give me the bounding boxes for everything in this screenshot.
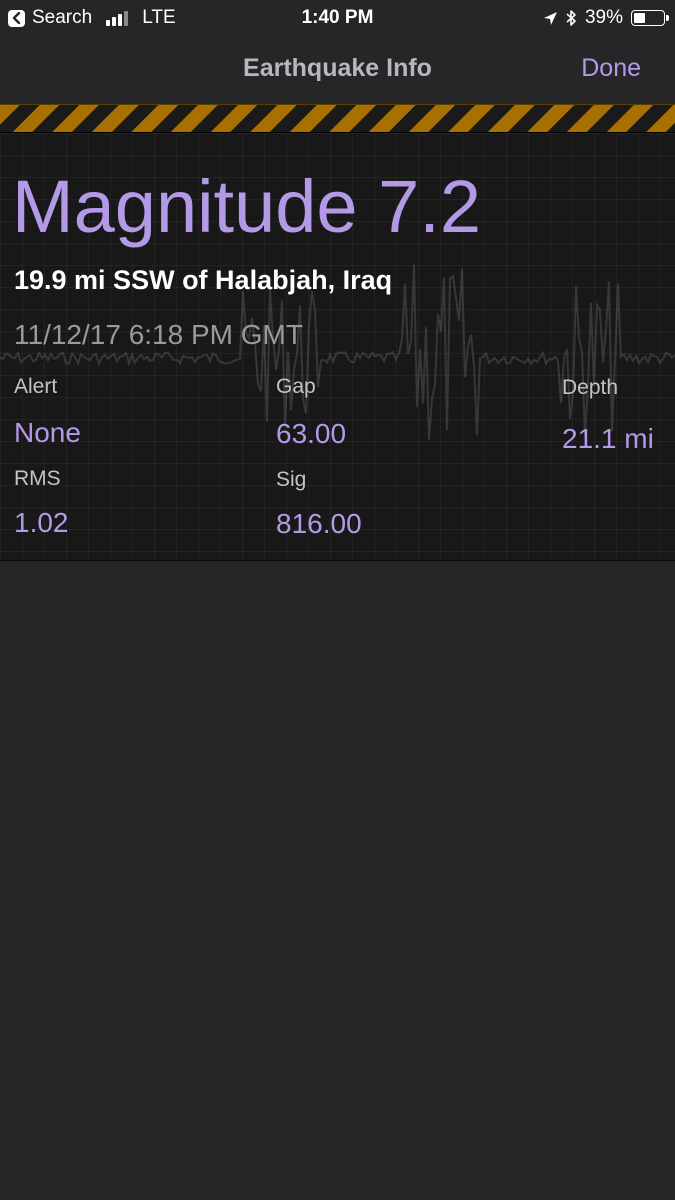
earthquake-info-screen: Search LTE 1:40 PM 39% Earthquake Info D… bbox=[0, 0, 675, 1200]
alert-label: Alert bbox=[14, 375, 58, 398]
magnitude-heading: Magnitude 7.2 bbox=[12, 165, 482, 248]
empty-content-area bbox=[0, 561, 675, 1200]
gap-value: 63.00 bbox=[276, 418, 347, 449]
battery-percent: 39% bbox=[584, 7, 623, 28]
status-bar: Search LTE 1:40 PM 39% bbox=[0, 0, 675, 36]
nav-title: Earthquake Info bbox=[243, 54, 432, 82]
done-button[interactable]: Done bbox=[581, 54, 641, 83]
sig-value: 816.00 bbox=[276, 508, 362, 539]
quake-info-panel: Magnitude 7.2 19.9 mi SSW of Halabjah, I… bbox=[0, 133, 675, 561]
location-arrow-icon bbox=[543, 11, 558, 26]
bluetooth-icon bbox=[566, 9, 577, 27]
rms-label: RMS bbox=[14, 467, 61, 490]
battery-icon bbox=[631, 10, 669, 26]
sig-label: Sig bbox=[276, 468, 307, 491]
gap-label: Gap bbox=[276, 375, 316, 398]
hazard-stripe bbox=[0, 104, 675, 133]
alert-value: None bbox=[14, 417, 81, 448]
quake-location: 19.9 mi SSW of Halabjah, Iraq bbox=[14, 265, 393, 295]
status-right: 39% bbox=[543, 6, 669, 30]
quake-datetime: 11/12/17 6:18 PM GMT bbox=[14, 319, 303, 350]
depth-label: Depth bbox=[562, 376, 619, 399]
rms-value: 1.02 bbox=[14, 507, 69, 538]
nav-bar: Earthquake Info Done bbox=[0, 36, 675, 104]
depth-value: 21.1 mi bbox=[562, 423, 654, 454]
battery-level-fill bbox=[634, 13, 645, 23]
